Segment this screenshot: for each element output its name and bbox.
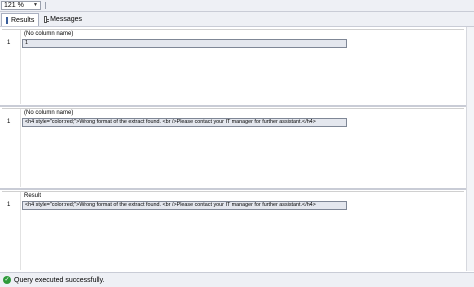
tab-messages[interactable]: Messages [40,13,86,26]
row-number[interactable]: 1 [7,40,10,46]
grid-splitter[interactable] [0,188,474,190]
row-header-divider [20,192,21,270]
result-cell[interactable]: <h4 style="color:red;">Wrong format of t… [22,118,347,127]
zoom-toolbar: 121 % ▼ [0,0,474,12]
column-header[interactable]: (No column name) [24,31,73,37]
row-number[interactable]: 1 [7,202,10,208]
row-header-divider [20,109,21,187]
column-header[interactable]: Result [24,193,41,199]
zoom-value: 121 % [4,2,24,9]
row-header-divider [20,30,21,104]
status-bar: ✓ Query executed successfully. [0,272,474,287]
tab-messages-label: Messages [50,16,82,23]
status-text: Query executed successfully. [14,276,105,284]
vertical-scrollbar[interactable] [466,27,474,271]
zoom-select[interactable]: 121 % ▼ [1,1,41,10]
horizontal-scroll-indicator[interactable] [45,2,50,9]
result-cell[interactable]: <h4 style="color:red;">Wrong format of t… [22,201,347,210]
results-pane: (No column name) 1 1 (No column name) 1 … [0,27,474,271]
grid-icon [6,16,8,24]
result-grid-2[interactable]: (No column name) 1 <h4 style="color:red;… [2,108,464,187]
result-grid-3[interactable]: Result 1 <h4 style="color:red;">Wrong fo… [2,191,464,270]
tab-results-label: Results [11,16,35,24]
column-header[interactable]: (No column name) [24,110,73,116]
grid-splitter[interactable] [0,105,474,107]
result-tabs: Results Messages [0,12,474,27]
chevron-down-icon: ▼ [33,2,38,8]
result-cell[interactable]: 1 [22,39,347,48]
result-grid-1[interactable]: (No column name) 1 1 [2,29,464,104]
row-number[interactable]: 1 [7,119,10,125]
messages-icon [44,16,50,23]
tab-results[interactable]: Results [1,13,39,26]
check-circle-icon: ✓ [3,276,11,284]
